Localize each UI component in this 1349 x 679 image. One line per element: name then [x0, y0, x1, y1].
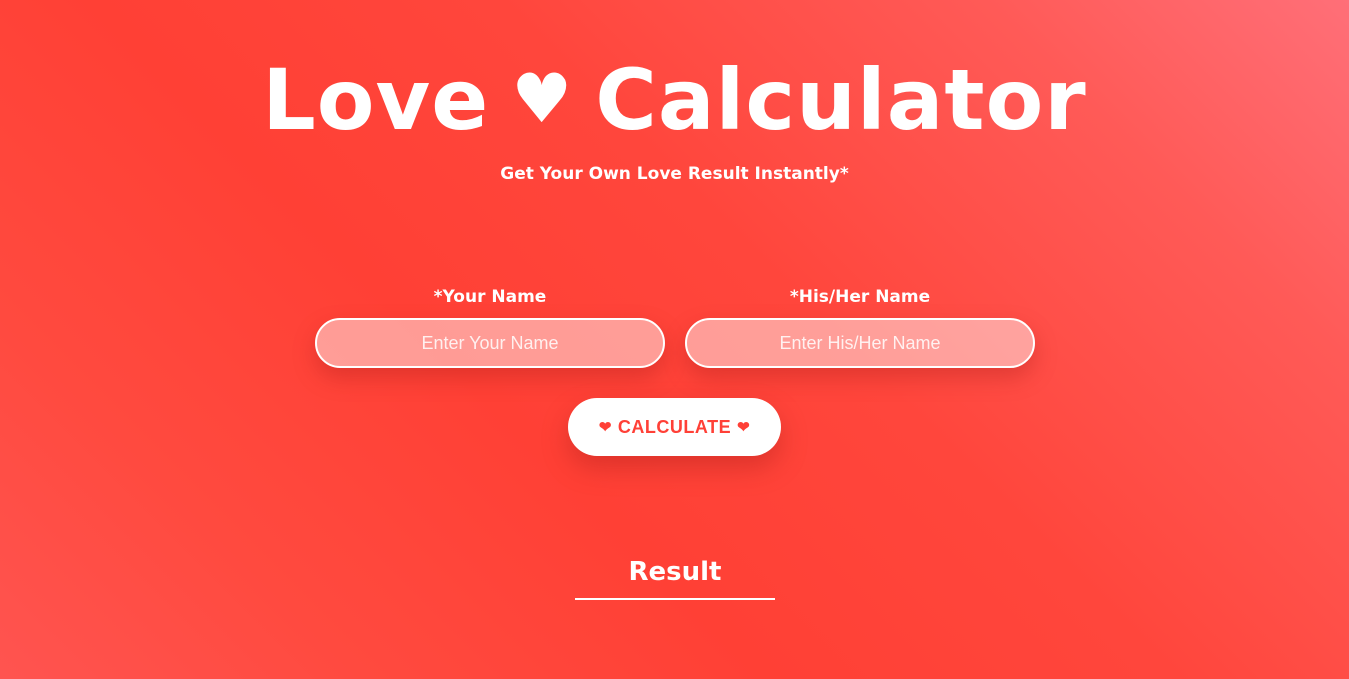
- result-underline: [575, 598, 775, 600]
- title-love-text: Love: [262, 51, 490, 149]
- heart-icon: ❤: [737, 419, 751, 436]
- page-subtitle: Get Your Own Love Result Instantly*: [500, 164, 849, 184]
- page-title: Love ♥ Calculator: [0, 52, 1349, 154]
- your-name-field: *Your Name: [315, 286, 665, 368]
- calculate-button[interactable]: ❤ CALCULATE ❤: [568, 398, 781, 456]
- calculate-button-label: CALCULATE: [617, 416, 732, 437]
- heart-icon: ♥: [511, 60, 574, 140]
- heart-icon: ❤: [598, 419, 612, 436]
- your-name-input[interactable]: [315, 318, 665, 368]
- partner-name-field: *His/Her Name: [685, 286, 1035, 368]
- title-calculator-text: Calculator: [595, 51, 1087, 149]
- partner-name-label: *His/Her Name: [789, 287, 931, 307]
- your-name-label: *Your Name: [433, 287, 547, 307]
- partner-name-input[interactable]: [685, 318, 1035, 368]
- result-heading: Result: [628, 557, 722, 587]
